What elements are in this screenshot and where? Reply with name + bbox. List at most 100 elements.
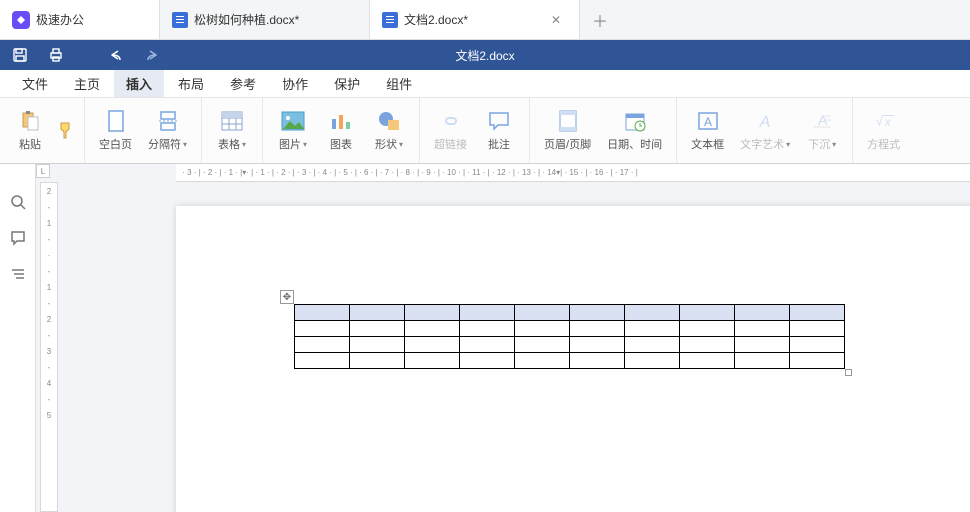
equation-icon: √x xyxy=(872,109,896,133)
table-label: 表格▾ xyxy=(218,136,246,152)
table-cell[interactable] xyxy=(295,337,350,353)
table-icon xyxy=(220,109,244,133)
ruler-tick: - xyxy=(48,395,51,409)
close-tab-button[interactable]: ✕ xyxy=(549,11,563,29)
blank-page-label: 空白页 xyxy=(99,136,132,152)
table-button[interactable]: 表格▾ xyxy=(210,105,254,156)
shape-label: 形状▾ xyxy=(375,136,403,152)
menu-file[interactable]: 文件 xyxy=(10,70,60,97)
table-cell[interactable] xyxy=(295,353,350,369)
datetime-button[interactable]: 日期、时间 xyxy=(601,105,668,156)
table-cell[interactable] xyxy=(405,305,460,321)
table-move-handle[interactable]: ✥ xyxy=(280,290,294,304)
table-cell[interactable] xyxy=(350,305,405,321)
table-cell[interactable] xyxy=(515,337,570,353)
menu-layout[interactable]: 布局 xyxy=(166,70,216,97)
table-cell[interactable] xyxy=(405,321,460,337)
table-cell[interactable] xyxy=(570,337,625,353)
document-area[interactable]: L · 3 · | · 2 · | · 1 · |▾· | · 1 · | · … xyxy=(36,164,970,512)
new-tab-button[interactable]: ＋ xyxy=(580,0,620,39)
table-cell[interactable] xyxy=(460,321,515,337)
tab-selector[interactable]: L xyxy=(36,164,50,178)
shape-button[interactable]: 形状▾ xyxy=(367,105,411,156)
table-cell[interactable] xyxy=(625,321,680,337)
format-painter-button[interactable] xyxy=(56,121,76,141)
comment-button[interactable]: 批注 xyxy=(477,105,521,156)
menu-collab[interactable]: 协作 xyxy=(270,70,320,97)
table-cell[interactable] xyxy=(515,353,570,369)
undo-button[interactable] xyxy=(104,43,128,67)
comment-label: 批注 xyxy=(488,136,510,152)
header-footer-button[interactable]: 页眉/页脚 xyxy=(538,105,597,156)
blank-page-button[interactable]: 空白页 xyxy=(93,105,138,156)
dropcap-icon: A xyxy=(810,109,834,133)
paste-button[interactable]: 粘贴 xyxy=(8,105,52,156)
paste-icon xyxy=(18,109,42,133)
equation-label: 方程式 xyxy=(867,136,900,152)
save-button[interactable] xyxy=(8,43,32,67)
menu-protect[interactable]: 保护 xyxy=(322,70,372,97)
dropcap-button[interactable]: A 下沉▾ xyxy=(800,105,844,156)
table-cell[interactable] xyxy=(405,353,460,369)
ruler-tick: 2 xyxy=(47,315,51,329)
table-cell[interactable] xyxy=(350,353,405,369)
workspace: L · 3 · | · 2 · | · 1 · |▾· | · 1 · | · … xyxy=(0,164,970,512)
table-cell[interactable] xyxy=(460,337,515,353)
table-cell[interactable] xyxy=(350,321,405,337)
table-cell[interactable] xyxy=(295,305,350,321)
table-cell[interactable] xyxy=(680,321,735,337)
print-button[interactable] xyxy=(44,43,68,67)
wordart-button[interactable]: A 文字艺术▾ xyxy=(734,105,796,156)
table-cell[interactable] xyxy=(460,305,515,321)
comments-panel-button[interactable] xyxy=(8,228,28,248)
table-cell[interactable] xyxy=(625,337,680,353)
table-cell[interactable] xyxy=(405,337,460,353)
table-cell[interactable] xyxy=(295,321,350,337)
table-cell[interactable] xyxy=(735,321,790,337)
table-cell[interactable] xyxy=(570,321,625,337)
table-cell[interactable] xyxy=(790,337,845,353)
ribbon-group-illustrations: 图片▾ 图表 形状▾ xyxy=(263,98,420,163)
table-cell[interactable] xyxy=(680,353,735,369)
table-cell[interactable] xyxy=(735,337,790,353)
table-cell[interactable] xyxy=(735,305,790,321)
horizontal-ruler[interactable]: · 3 · | · 2 · | · 1 · |▾· | · 1 · | · 2 … xyxy=(176,164,970,182)
redo-button[interactable] xyxy=(140,43,164,67)
tab-home[interactable]: 极速办公 xyxy=(0,0,160,39)
svg-text:A: A xyxy=(759,114,771,131)
menu-home[interactable]: 主页 xyxy=(62,70,112,97)
document-table[interactable] xyxy=(294,304,845,369)
hyperlink-button[interactable]: 超链接 xyxy=(428,105,473,156)
table-cell[interactable] xyxy=(460,353,515,369)
table-cell[interactable] xyxy=(680,337,735,353)
table-cell[interactable] xyxy=(790,353,845,369)
table-cell[interactable] xyxy=(625,353,680,369)
headings-panel-button[interactable] xyxy=(8,264,28,284)
table-cell[interactable] xyxy=(790,321,845,337)
document-page[interactable]: ✥ xyxy=(176,206,970,512)
wordart-label: 文字艺术▾ xyxy=(740,136,790,152)
equation-button[interactable]: √x 方程式 xyxy=(861,105,906,156)
table-cell[interactable] xyxy=(680,305,735,321)
table-cell[interactable] xyxy=(350,337,405,353)
table-cell[interactable] xyxy=(570,305,625,321)
find-button[interactable] xyxy=(8,192,28,212)
ruler-tick: - xyxy=(48,331,51,345)
table-cell[interactable] xyxy=(570,353,625,369)
menu-plugins[interactable]: 组件 xyxy=(374,70,424,97)
menu-insert[interactable]: 插入 xyxy=(114,70,164,97)
textbox-button[interactable]: A 文本框 xyxy=(685,105,730,156)
tab-doc1[interactable]: 松树如何种植.docx* xyxy=(160,0,370,39)
table-resize-handle[interactable] xyxy=(845,369,852,376)
table-cell[interactable] xyxy=(625,305,680,321)
table-cell[interactable] xyxy=(515,321,570,337)
vertical-ruler[interactable]: 2-1-·-1-2-3-4-5 xyxy=(40,182,58,512)
table-cell[interactable] xyxy=(735,353,790,369)
chart-button[interactable]: 图表 xyxy=(319,105,363,156)
table-cell[interactable] xyxy=(515,305,570,321)
image-button[interactable]: 图片▾ xyxy=(271,105,315,156)
table-cell[interactable] xyxy=(790,305,845,321)
tab-doc2-active[interactable]: 文档2.docx* ✕ xyxy=(370,0,580,39)
menu-reference[interactable]: 参考 xyxy=(218,70,268,97)
page-break-button[interactable]: 分隔符▾ xyxy=(142,105,193,156)
